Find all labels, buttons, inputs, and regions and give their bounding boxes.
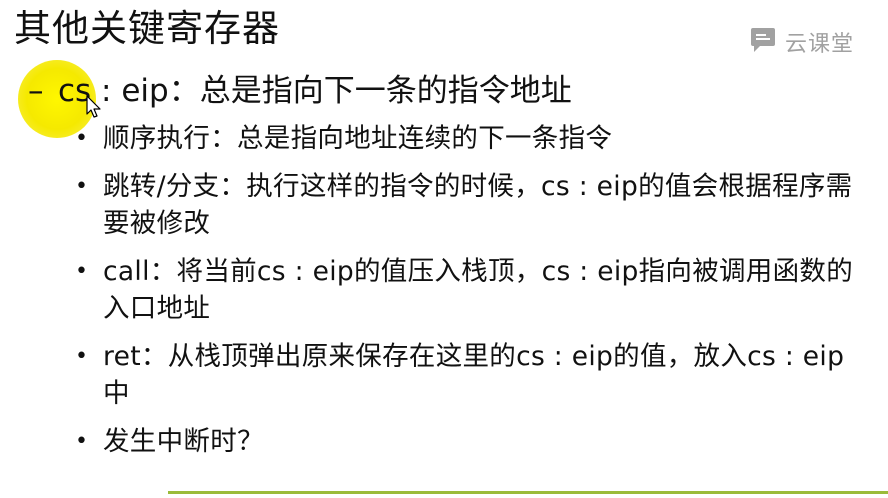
watermark: 云课堂 [750, 26, 854, 58]
slide: 其他关键寄存器 云课堂 – cs : eip：总是指向下一条的指令地址 • 顺序执… [0, 0, 888, 498]
main-point-text: cs : eip：总是指向下一条的指令地址 [58, 73, 572, 109]
bullet-text: ret：从栈顶弹出原来保存在这里的cs : eip的值，放入cs : eip中 [103, 341, 845, 409]
bullet-list: • 顺序执行：总是指向地址连续的下一条指令 • 跳转/分支：执行这样的指令的时候… [74, 120, 864, 471]
list-item: • call：将当前cs : eip的值压入栈顶，cs : eip指向被调用函数… [74, 253, 864, 327]
bullet-dot: • [75, 344, 89, 369]
bullet-text: call：将当前cs : eip的值压入栈顶，cs : eip指向被调用函数的入… [103, 256, 854, 324]
main-point-dash: – [28, 73, 44, 109]
slide-title: 其他关键寄存器 [14, 7, 280, 50]
bullet-text: 跳转/分支：执行这样的指令的时候，cs : eip的值会根据程序需要被修改 [103, 171, 853, 239]
bullet-dot: • [75, 174, 89, 199]
bullet-dot: • [75, 259, 89, 284]
watermark-text: 云课堂 [784, 32, 854, 57]
bullet-dot: • [75, 126, 89, 151]
bottom-divider [168, 491, 888, 494]
list-item: • 顺序执行：总是指向地址连续的下一条指令 [74, 120, 864, 157]
bullet-text: 顺序执行：总是指向地址连续的下一条指令 [103, 123, 613, 154]
list-item: • 发生中断时？ [74, 423, 864, 460]
mouse-pointer-icon [86, 95, 102, 123]
chat-bubble-icon [750, 27, 778, 57]
list-item: • 跳转/分支：执行这样的指令的时候，cs : eip的值会根据程序需要被修改 [74, 168, 864, 242]
bullet-dot: • [75, 429, 89, 454]
main-point: – cs : eip：总是指向下一条的指令地址 [28, 69, 572, 113]
list-item: • ret：从栈顶弹出原来保存在这里的cs : eip的值，放入cs : eip… [74, 338, 864, 412]
bullet-text: 发生中断时？ [103, 426, 264, 457]
